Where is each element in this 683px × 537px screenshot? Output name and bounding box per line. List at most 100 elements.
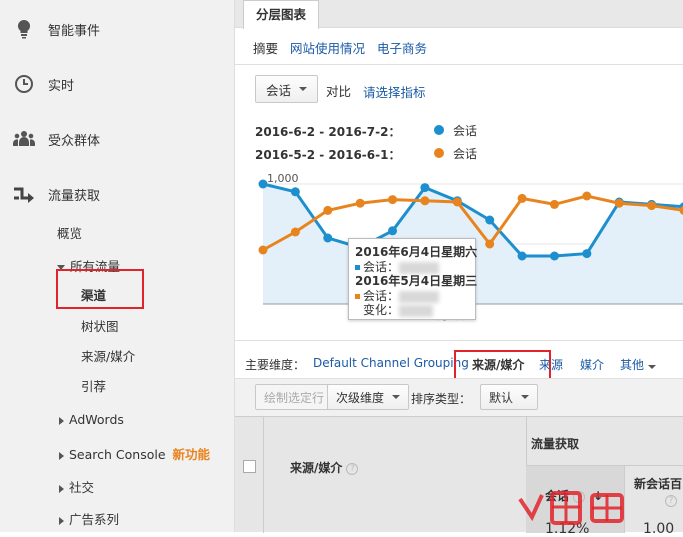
sidebar: 智能事件 实时 受众群体 流量获取 概览 所有流量 渠道 树状图 来源/媒介 引…: [0, 0, 234, 532]
sidebar-item-social[interactable]: 社交: [59, 477, 94, 496]
data-point: [356, 199, 365, 208]
sidebar-item-label: AdWords: [69, 412, 124, 427]
col-header-source-medium[interactable]: 来源/媒介?: [290, 459, 358, 476]
main-panel: 分层图表 摘要 网站使用情况 电子商务 会话 对比 请选择指标 2016-6-2…: [234, 0, 683, 532]
sidebar-item-search-console[interactable]: Search Console 新功能: [59, 444, 210, 463]
dim-default-channel[interactable]: Default Channel Grouping: [313, 356, 469, 370]
chevron-down-icon: [392, 395, 400, 399]
sidebar-item-overview[interactable]: 概览: [57, 223, 82, 242]
legend-dot-orange: [434, 148, 444, 158]
lightbulb-icon: [0, 19, 48, 39]
users-icon: [0, 130, 48, 148]
subtab-summary[interactable]: 摘要: [253, 38, 278, 57]
sidebar-item-adwords[interactable]: AdWords: [59, 412, 124, 427]
legend-metric-current: 会话: [453, 122, 477, 139]
data-point: [582, 249, 591, 258]
data-point: [323, 206, 332, 215]
expand-right-icon: [59, 452, 64, 460]
data-point: [518, 194, 527, 203]
legend-dot-blue: [434, 125, 444, 135]
data-point: [582, 192, 591, 201]
sidebar-item-label: 社交: [69, 480, 94, 495]
sidebar-item-label: 广告系列: [69, 512, 119, 527]
col-header-label: 来源/媒介: [290, 461, 342, 475]
highlight-box: [454, 350, 551, 381]
sidebar-item-referrals[interactable]: 引荐: [81, 376, 106, 395]
expand-right-icon: [59, 485, 64, 493]
swatch-blue: [355, 265, 360, 270]
y-tick-label: 1,000: [267, 172, 299, 185]
nav-label: 实时: [48, 75, 74, 94]
sidebar-item-campaigns[interactable]: 广告系列: [59, 509, 119, 528]
choose-metric-link[interactable]: 请选择指标: [363, 82, 426, 101]
legend-range-current: 2016-6-2 - 2016-7-2：: [255, 123, 400, 140]
divider: [235, 64, 683, 65]
sidebar-item-label: Search Console: [69, 447, 166, 462]
chevron-down-icon: [299, 87, 307, 91]
clock-icon: [0, 74, 48, 94]
nav-label: 流量获取: [48, 185, 100, 204]
acquisition-arrows-icon: [0, 184, 48, 204]
nav-intelligence-events[interactable]: 智能事件: [0, 9, 234, 49]
data-point: [259, 246, 268, 255]
metric-select-value: 会话: [266, 80, 291, 99]
help-icon[interactable]: ?: [346, 463, 358, 475]
expand-right-icon: [59, 517, 64, 525]
nav-realtime[interactable]: 实时: [0, 64, 234, 104]
sort-type-select[interactable]: 默认: [480, 384, 538, 410]
subtab-site-usage[interactable]: 网站使用情况: [290, 38, 365, 57]
metric-select[interactable]: 会话: [255, 75, 318, 103]
column-divider: [263, 417, 264, 533]
primary-dimension-label: 主要维度：: [245, 358, 305, 372]
select-all-checkbox[interactable]: [243, 460, 256, 473]
data-point: [647, 201, 656, 210]
swatch-orange: [355, 294, 360, 299]
nav-acquisition[interactable]: 流量获取: [0, 174, 234, 214]
primary-dimension-bar: 主要维度：: [245, 356, 305, 373]
secondary-dimension-select[interactable]: 次级维度: [327, 384, 409, 410]
new-feature-badge: 新功能: [173, 447, 211, 462]
report-subtabs: 摘要 网站使用情况 电子商务: [253, 38, 427, 57]
data-point: [388, 195, 397, 204]
data-point: [291, 187, 300, 196]
nav-audience[interactable]: 受众群体: [0, 119, 234, 159]
dim-other-label: 其他: [620, 358, 644, 372]
nav-label: 智能事件: [48, 20, 100, 39]
divider: [235, 340, 683, 341]
data-point: [615, 199, 624, 208]
tab-explorer[interactable]: 分层图表: [243, 0, 319, 29]
sort-type-label: 排序类型：: [411, 390, 471, 407]
tooltip-change: 变化：: [363, 301, 433, 318]
data-point: [485, 240, 494, 249]
legend-range-previous: 2016-5-2 - 2016-6-1：: [255, 146, 400, 163]
legend-metric-previous: 会话: [453, 145, 477, 162]
tab-bar: 分层图表: [235, 0, 683, 28]
group-header-acquisition: 流量获取: [531, 435, 579, 452]
tooltip-change-label: 变化：: [363, 303, 399, 317]
data-point: [420, 196, 429, 205]
data-point: [420, 183, 429, 192]
blurred-value: [399, 305, 433, 317]
highlight-box: [56, 269, 144, 309]
data-point: [518, 252, 527, 261]
dim-medium[interactable]: 媒介: [580, 356, 604, 373]
watermark-logo: [512, 487, 672, 532]
subtab-ecommerce[interactable]: 电子商务: [377, 38, 427, 57]
data-point: [259, 180, 268, 189]
plot-rows-button[interactable]: 绘制选定行: [255, 384, 333, 410]
dim-other[interactable]: 其他: [620, 356, 656, 373]
data-point: [485, 216, 494, 225]
compare-label: 对比: [326, 81, 351, 100]
dim-source[interactable]: 来源: [539, 356, 563, 373]
sidebar-item-source-medium[interactable]: 来源/媒介: [81, 346, 135, 365]
data-point: [550, 252, 559, 261]
chart-tooltip: 2016年6月4日星期六 会话： 2016年5月4日星期三 会话： 变化：: [348, 238, 476, 320]
nav-label: 受众群体: [48, 130, 100, 149]
sidebar-item-treemap[interactable]: 树状图: [81, 316, 119, 335]
chevron-down-icon: [521, 395, 529, 399]
data-point: [453, 198, 462, 207]
data-point: [550, 200, 559, 209]
data-point: [388, 226, 397, 235]
expand-right-icon: [59, 417, 64, 425]
data-point: [291, 228, 300, 237]
